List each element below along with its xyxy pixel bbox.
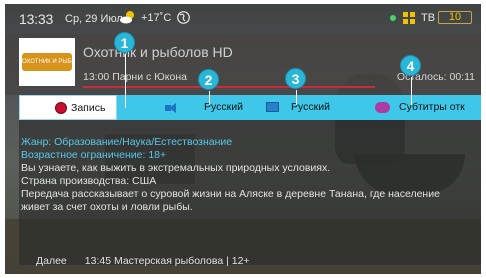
monitor-icon <box>266 102 279 112</box>
callout-badge-4: 4 <box>400 55 421 76</box>
grid-icon <box>403 12 415 24</box>
tv-screen: 13:33 Ср, 29 Июл +17˚C ТВ 10 ОХОТНИК И Р… <box>5 4 481 274</box>
next-program-title: 13:45 Мастерская рыболова | 12+ <box>84 255 250 267</box>
connection-indicator <box>390 15 396 21</box>
callout-line-2 <box>209 91 210 105</box>
subtitles-icon <box>375 102 390 113</box>
callout-line-4 <box>411 77 412 105</box>
channel-logo: ОХОТНИК И РЫБОЛОВ <box>19 38 75 86</box>
temperature: +17˚C <box>141 12 172 24</box>
next-label: Далее <box>36 255 67 267</box>
country: Страна производства: США <box>21 175 157 187</box>
record-label: Запись <box>71 102 106 114</box>
record-icon <box>55 102 67 114</box>
channel-logo-art: ОХОТНИК И РЫБОЛОВ <box>22 53 72 71</box>
subtitles-button[interactable]: Субтитры отк <box>369 95 481 120</box>
description-line: живет за счет охоты и ловли рыбы. <box>21 201 193 213</box>
globe-icon <box>177 11 190 24</box>
audio-track-button[interactable]: Русский <box>162 95 262 120</box>
callout-line-3 <box>296 90 297 105</box>
current-program: 13:00 Парни с Юкона <box>83 71 187 83</box>
date: Ср, 29 Июл <box>65 13 123 25</box>
subtitles-label: Субтитры отк <box>399 101 465 113</box>
channel-number-badge: 10 <box>438 11 472 24</box>
program-progress-bar <box>83 86 375 88</box>
channel-name: Охотник и рыболов HD <box>83 44 233 60</box>
genre: Жанр: Образование/Наука/Естествознание <box>21 136 233 148</box>
video-language-button[interactable]: Русский <box>260 95 360 120</box>
description-line: Передача рассказывает о суровой жизни на… <box>21 188 440 200</box>
sun-cloud-icon <box>120 11 134 24</box>
status-bar: 13:33 Ср, 29 Июл +17˚C ТВ 10 <box>5 4 481 32</box>
callout-line-1 <box>125 54 126 108</box>
clock: 13:33 <box>19 11 54 27</box>
callout-badge-3: 3 <box>285 68 306 89</box>
speaker-icon <box>165 103 179 113</box>
age-rating: Возрастное ограничение: 18+ <box>21 149 167 161</box>
next-program: Далее 13:45 Мастерская рыболова | 12+ <box>36 255 268 267</box>
callout-badge-2: 2 <box>198 69 219 90</box>
program-description: Жанр: Образование/Наука/Естествознание В… <box>19 120 481 265</box>
description-line: Вы узнаете, как выжить в экстремальных п… <box>21 162 331 174</box>
record-button[interactable]: Запись <box>19 95 117 120</box>
tv-label: ТВ <box>421 12 436 24</box>
callout-badge-1: 1 <box>114 32 135 53</box>
